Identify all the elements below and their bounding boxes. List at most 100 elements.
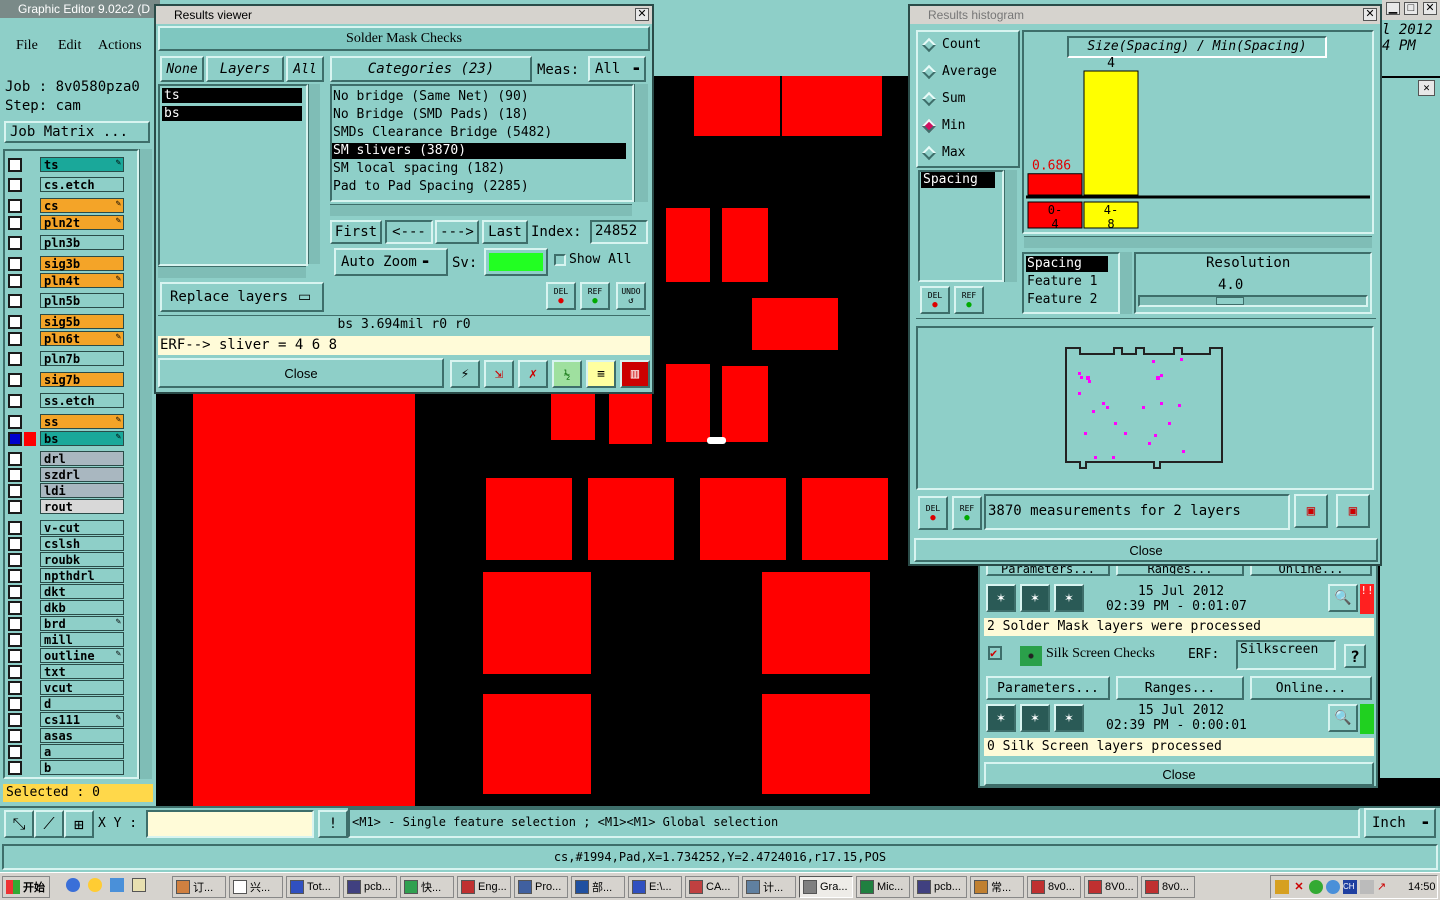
- strip-minimize-icon[interactable]: ▁: [1386, 2, 1400, 15]
- layer-affected-indicator[interactable]: [24, 520, 36, 535]
- layer-affected-indicator[interactable]: [24, 536, 36, 551]
- taskbar-item[interactable]: 常...: [970, 876, 1024, 898]
- taskbar-item[interactable]: pcb...: [913, 876, 967, 898]
- layer-affected-indicator[interactable]: [24, 451, 36, 466]
- layer-row-sig5b[interactable]: sig5b: [8, 314, 124, 329]
- layer-checkbox[interactable]: [8, 584, 22, 599]
- pad[interactable]: [802, 478, 888, 560]
- pad[interactable]: [762, 572, 870, 674]
- pad[interactable]: [609, 394, 652, 444]
- layer-affected-indicator[interactable]: [24, 314, 36, 329]
- hist2-del-button[interactable]: DEL ●: [918, 496, 948, 530]
- layer-affected-indicator[interactable]: [24, 744, 36, 759]
- histogram-hscroll[interactable]: [1024, 236, 1372, 248]
- layer-checkbox[interactable]: [8, 273, 22, 288]
- layer-checkbox[interactable]: [8, 293, 22, 308]
- taskbar-item[interactable]: Mic...: [856, 876, 910, 898]
- resolution-slider-thumb[interactable]: [1216, 297, 1244, 305]
- layer-row-pln7b[interactable]: pln7b: [8, 351, 124, 366]
- layer-affected-indicator[interactable]: [24, 648, 36, 663]
- layer-checkbox[interactable]: [8, 568, 22, 583]
- taskbar-item[interactable]: Tot...: [286, 876, 340, 898]
- layer-checkbox[interactable]: [8, 744, 22, 759]
- layer-checkbox[interactable]: [8, 414, 22, 429]
- radio-count[interactable]: Count: [921, 37, 981, 52]
- pad[interactable]: [722, 208, 768, 282]
- layer-row-brd[interactable]: brd ✎: [8, 616, 124, 631]
- taskbar-item[interactable]: 8v0...: [1141, 876, 1195, 898]
- histogram-close-button[interactable]: Close: [914, 538, 1378, 562]
- layer-row-ss[interactable]: ss ✎: [8, 414, 124, 429]
- spacing-list-item-spacing[interactable]: Spacing: [1026, 256, 1108, 272]
- taskbar-item[interactable]: 兴...: [229, 876, 283, 898]
- silk-zoom-icon[interactable]: 🔍: [1328, 704, 1358, 732]
- clock-icon[interactable]: [88, 878, 102, 892]
- resolution-slider[interactable]: [1138, 295, 1368, 307]
- layer-row-pln4t[interactable]: pln4t ✎: [8, 273, 124, 288]
- hist-ref-button[interactable]: REF ●: [954, 286, 984, 314]
- spacing-list-item-feature2[interactable]: Feature 2: [1027, 292, 1097, 307]
- silk-params-button[interactable]: Parameters...: [986, 676, 1110, 700]
- solder-zoom-icon[interactable]: 🔍: [1328, 584, 1358, 612]
- layer-checkbox[interactable]: [8, 499, 22, 514]
- silk-online-button[interactable]: Online...: [1250, 676, 1372, 700]
- hist-zoom-in-icon[interactable]: ▣: [1294, 494, 1328, 528]
- layer-row-asas[interactable]: asas: [8, 728, 124, 743]
- results-layer-bs[interactable]: bs: [162, 106, 302, 121]
- pad[interactable]: [722, 366, 768, 442]
- layer-row-cslsh[interactable]: cslsh: [8, 536, 124, 551]
- layer-affected-indicator[interactable]: [24, 293, 36, 308]
- solder-run-selected-icon[interactable]: ✶: [1020, 584, 1050, 612]
- layer-row-pln3b[interactable]: pln3b: [8, 235, 124, 250]
- auto-zoom-select[interactable]: Auto Zoom ▬: [334, 248, 448, 276]
- layer-row-vcut[interactable]: vcut: [8, 680, 124, 695]
- layer-affected-indicator[interactable]: [24, 235, 36, 250]
- spacing-list-item-feature1[interactable]: Feature 1: [1027, 274, 1097, 289]
- rv-ref-button[interactable]: REF ●: [580, 282, 610, 310]
- alert-icon[interactable]: !: [318, 810, 348, 838]
- taskbar-item[interactable]: 订...: [172, 876, 226, 898]
- layer-checkbox[interactable]: [8, 256, 22, 271]
- pad[interactable]: [486, 478, 572, 560]
- layer-affected-indicator[interactable]: [24, 552, 36, 567]
- hist-del-button[interactable]: DEL ●: [920, 286, 950, 314]
- layer-row-dkt[interactable]: dkt: [8, 584, 124, 599]
- menu-file[interactable]: File: [16, 38, 38, 54]
- rv-histogram-icon[interactable]: ▥: [620, 360, 650, 388]
- layer-checkbox[interactable]: [8, 600, 22, 615]
- layer-row-ldi[interactable]: ldi: [8, 483, 124, 498]
- strip-close-icon[interactable]: ✕: [1423, 2, 1437, 15]
- layer-row-pln6t[interactable]: pln6t ✎: [8, 331, 124, 346]
- histogram-bar[interactable]: [1027, 173, 1083, 196]
- pad[interactable]: [193, 394, 415, 806]
- solder-run-all-icon[interactable]: ✶: [1054, 584, 1084, 612]
- layer-list-scrollbar[interactable]: [139, 149, 152, 779]
- results-layer-ts[interactable]: ts: [162, 88, 302, 103]
- layer-row-drl[interactable]: drl: [8, 451, 124, 466]
- category-item[interactable]: Pad to Pad Spacing (2285): [332, 179, 626, 195]
- pad[interactable]: [666, 364, 710, 442]
- layer-row-dkb[interactable]: dkb: [8, 600, 124, 615]
- layer-row-pln2t[interactable]: pln2t ✎: [8, 215, 124, 230]
- rv-count-icon[interactable]: ½: [552, 360, 582, 388]
- layer-row-bs[interactable]: bs ✎: [8, 431, 124, 446]
- tray-pen-icon[interactable]: [1275, 880, 1289, 894]
- layer-checkbox[interactable]: [8, 712, 22, 727]
- taskbar-item[interactable]: Pro...: [514, 876, 568, 898]
- histogram-close-icon[interactable]: ✕: [1363, 8, 1377, 21]
- pad[interactable]: [483, 572, 591, 674]
- layer-row-szdrl[interactable]: szdrl: [8, 467, 124, 482]
- pad[interactable]: [588, 478, 674, 560]
- pad[interactable]: [700, 478, 786, 560]
- layer-checkbox[interactable]: [8, 616, 22, 631]
- taskbar-item[interactable]: 部...: [571, 876, 625, 898]
- layer-affected-indicator[interactable]: [24, 393, 36, 408]
- layer-row-mill[interactable]: mill: [8, 632, 124, 647]
- layer-affected-indicator[interactable]: [24, 351, 36, 366]
- pad[interactable]: [782, 76, 882, 136]
- category-item[interactable]: SMDs Clearance Bridge (5482): [332, 125, 626, 141]
- hist2-ref-button[interactable]: REF ●: [952, 496, 982, 530]
- layer-affected-indicator[interactable]: [24, 273, 36, 288]
- layer-row-rout[interactable]: rout: [8, 499, 124, 514]
- layer-affected-indicator[interactable]: [24, 467, 36, 482]
